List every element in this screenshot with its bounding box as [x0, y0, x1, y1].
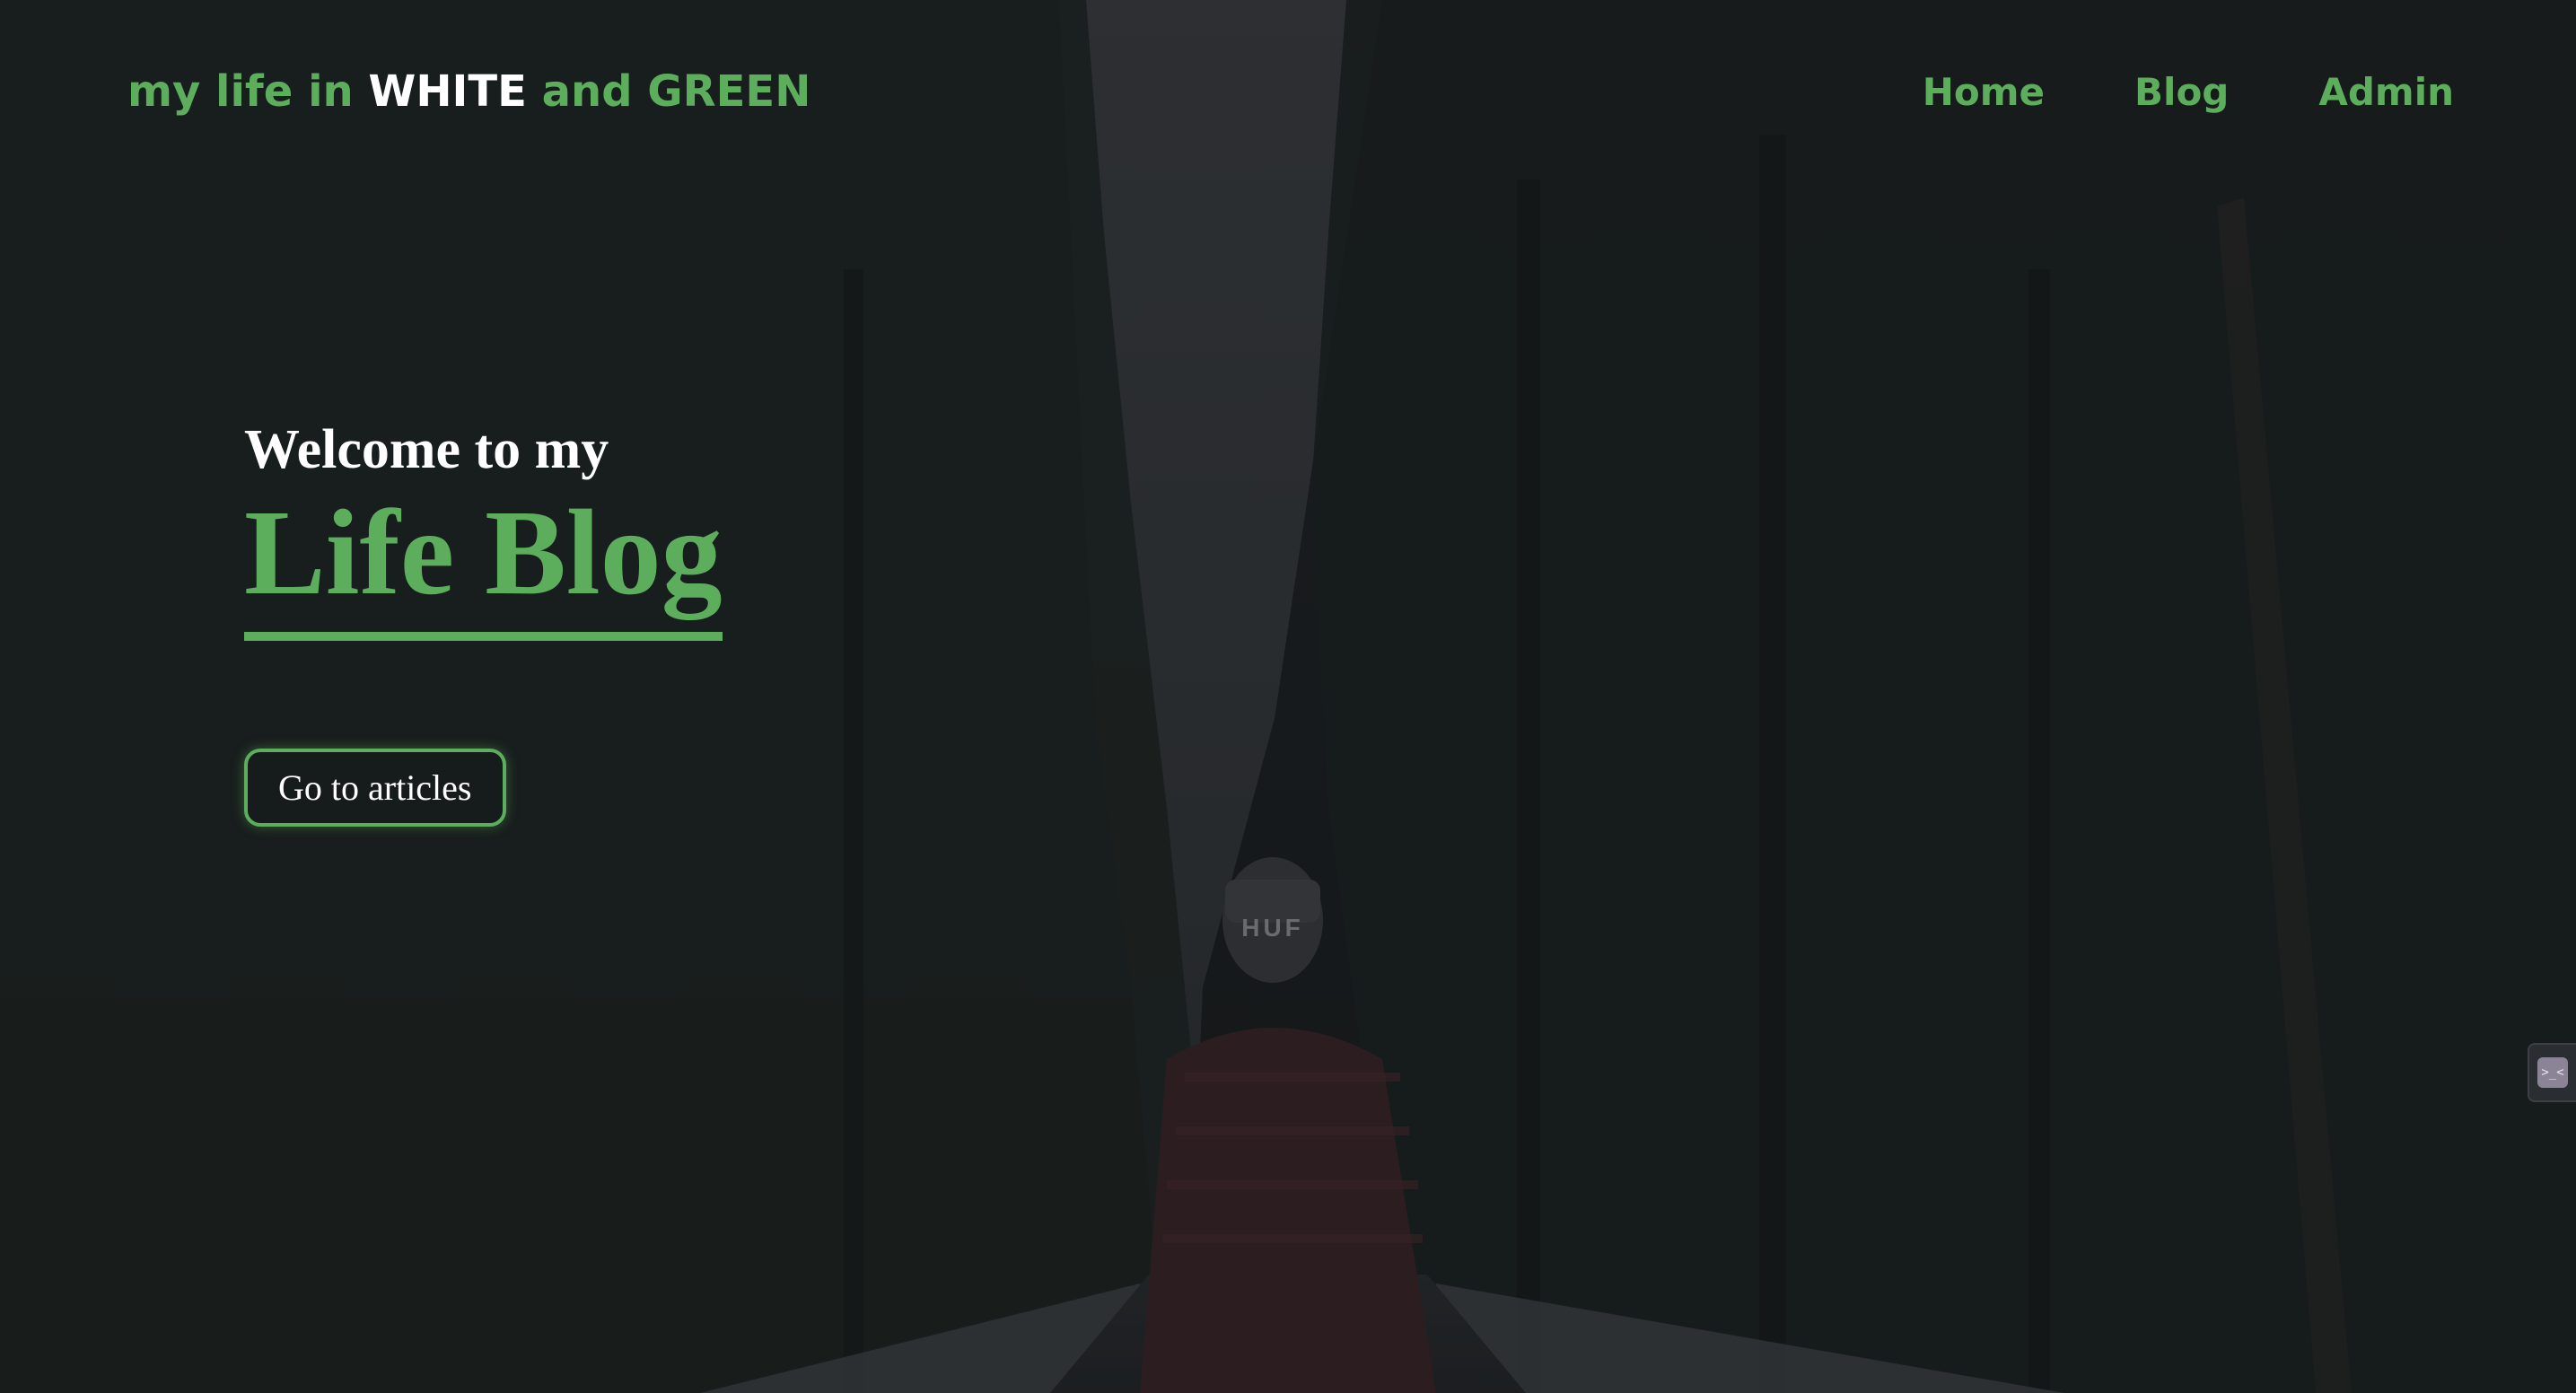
brand-text-part3: and GREEN [526, 66, 811, 117]
hero-subtitle: Welcome to my [244, 419, 609, 480]
hero-title: Life Blog [244, 492, 723, 641]
chat-widget-icon: >_< [2537, 1057, 2568, 1088]
site-logo[interactable]: my life in WHITE and GREEN [127, 66, 810, 117]
landing-page: HUF my life in WHITE and GREEN Home Blog… [0, 0, 2576, 1393]
main-nav: Home Blog Admin [1923, 70, 2454, 114]
nav-link-home[interactable]: Home [1923, 70, 2045, 114]
chat-widget-tab[interactable]: >_< [2528, 1043, 2576, 1102]
brand-text-part2: WHITE [368, 66, 527, 117]
go-to-articles-button[interactable]: Go to articles [244, 749, 506, 827]
nav-link-blog[interactable]: Blog [2134, 70, 2229, 114]
nav-link-admin[interactable]: Admin [2318, 70, 2454, 114]
brand-text-part1: my life in [127, 66, 369, 117]
hero-section: Welcome to my Life Blog Go to articles [244, 422, 723, 827]
